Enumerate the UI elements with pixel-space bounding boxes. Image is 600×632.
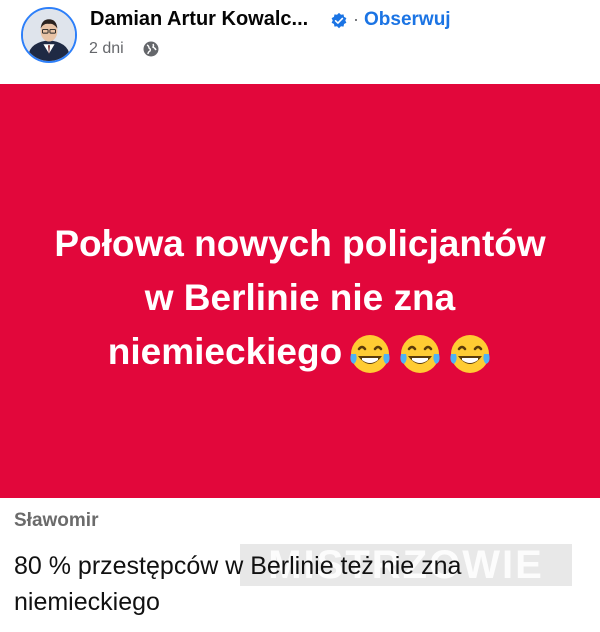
verified-badge-icon (330, 12, 348, 30)
face-with-tears-of-joy-icon (348, 332, 392, 376)
comment-author[interactable]: Sławomir (14, 510, 98, 532)
post-timestamp[interactable]: 2 dni (89, 40, 124, 58)
comment: MISTRZOWIE Sławomir 80 % przestępców w B… (0, 498, 600, 632)
banner-headline: Połowa nowych policjantów w Berlinie nie… (40, 217, 560, 379)
face-with-tears-of-joy-icon (448, 332, 492, 376)
comment-text: 80 % przestępców w Berlinie też nie zna … (14, 552, 462, 616)
globe-icon (142, 40, 160, 58)
post-image-banner[interactable]: Połowa nowych policjantów w Berlinie nie… (0, 84, 600, 498)
avatar[interactable] (21, 7, 77, 63)
follow-button[interactable]: Obserwuj (364, 9, 451, 31)
post-header: Damian Artur Kowalc... · Obserwuj 2 dni (0, 0, 600, 82)
face-with-tears-of-joy-icon (398, 332, 442, 376)
separator-dot: · (353, 9, 359, 29)
author-name[interactable]: Damian Artur Kowalc... (90, 8, 308, 31)
